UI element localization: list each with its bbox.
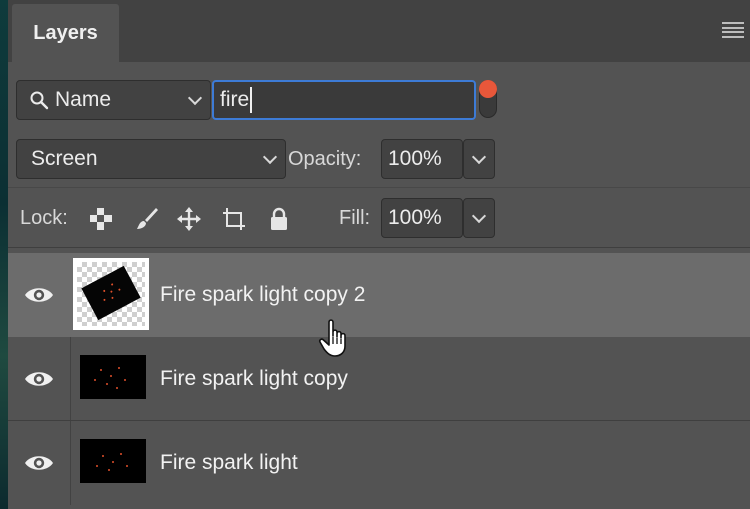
lock-transparent-pixels-icon[interactable] bbox=[88, 206, 114, 232]
filter-query-text: fire bbox=[220, 88, 250, 111]
layer-name[interactable]: Fire spark light copy 2 bbox=[160, 283, 365, 307]
layer-name[interactable]: Fire spark light copy bbox=[160, 367, 348, 391]
tab-layers[interactable]: Layers bbox=[12, 4, 119, 62]
chevron-down-icon bbox=[471, 208, 487, 224]
filter-toggle-indicator bbox=[479, 80, 497, 98]
blend-mode-dropdown[interactable]: Screen bbox=[16, 139, 286, 179]
chevron-down-icon bbox=[262, 149, 278, 165]
lock-all-icon[interactable] bbox=[266, 206, 292, 232]
chevron-down-icon bbox=[471, 149, 487, 165]
layers-panel: Layers Name fire Screen Opacity: 100% Lo… bbox=[8, 0, 750, 509]
filter-toggle[interactable] bbox=[479, 80, 497, 118]
text-caret bbox=[250, 87, 253, 113]
lock-image-pixels-icon[interactable] bbox=[134, 206, 160, 232]
panel-tab-bar: Layers bbox=[8, 0, 750, 62]
fill-field[interactable]: 100% bbox=[381, 198, 463, 238]
fill-dropdown-button[interactable] bbox=[463, 198, 495, 238]
visibility-eye-icon[interactable] bbox=[24, 453, 54, 473]
opacity-dropdown-button[interactable] bbox=[463, 139, 495, 179]
fill-value: 100% bbox=[388, 206, 442, 229]
filter-search-input[interactable]: fire bbox=[212, 80, 476, 120]
chevron-down-icon bbox=[187, 90, 203, 106]
panel-menu-icon[interactable] bbox=[722, 22, 744, 38]
layer-row[interactable]: Fire spark light bbox=[8, 421, 750, 505]
filter-type-label: Name bbox=[55, 88, 112, 111]
layer-name[interactable]: Fire spark light bbox=[160, 451, 298, 475]
layer-thumbnail[interactable] bbox=[80, 439, 146, 483]
visibility-eye-icon[interactable] bbox=[24, 369, 54, 389]
search-icon bbox=[29, 90, 49, 110]
lock-position-icon[interactable] bbox=[176, 206, 202, 232]
layer-thumbnail[interactable] bbox=[73, 258, 149, 330]
divider bbox=[8, 247, 750, 248]
divider bbox=[8, 187, 750, 188]
layer-thumbnail[interactable] bbox=[80, 355, 146, 399]
filter-type-dropdown[interactable]: Name bbox=[16, 80, 211, 120]
blend-mode-value: Screen bbox=[31, 147, 98, 170]
opacity-label: Opacity: bbox=[288, 148, 362, 170]
lock-label: Lock: bbox=[20, 207, 68, 229]
fill-label: Fill: bbox=[339, 207, 371, 229]
artboard-autonest-icon[interactable] bbox=[221, 206, 247, 232]
opacity-field[interactable]: 100% bbox=[381, 139, 463, 179]
visibility-eye-icon[interactable] bbox=[24, 285, 54, 305]
layer-row[interactable]: Fire spark light copy 2 bbox=[8, 253, 750, 337]
layer-row[interactable]: Fire spark light copy bbox=[8, 337, 750, 421]
row-divider bbox=[70, 337, 71, 421]
opacity-value: 100% bbox=[388, 147, 442, 170]
row-divider bbox=[70, 421, 71, 505]
hand-cursor-icon bbox=[318, 318, 352, 358]
